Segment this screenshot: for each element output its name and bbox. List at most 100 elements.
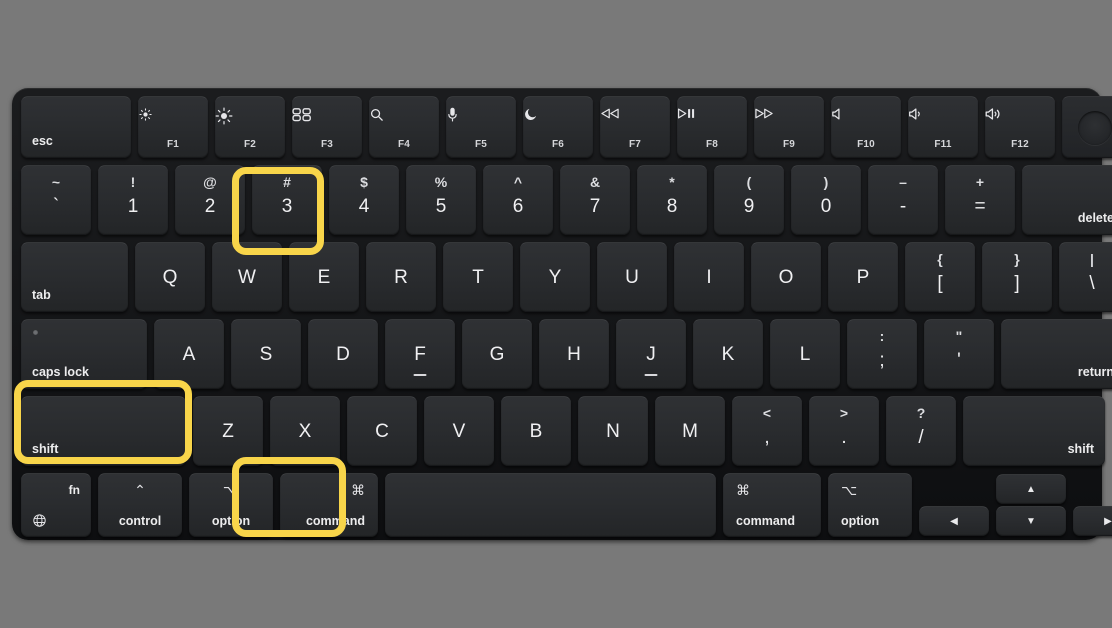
key-option-right[interactable]: ⌥ option [828,473,912,537]
key-g[interactable]: G [462,319,532,389]
key-quote[interactable]: " ' [924,319,994,389]
key-control-symbol: ⌃ [134,482,146,498]
key-slash-top: ? [916,405,926,421]
home-row: caps lock A S D F G H J K L: ; " ' retu… [21,319,1112,389]
key-d[interactable]: D [308,319,378,389]
key-option-left[interactable]: ⌥ option [189,473,273,537]
key-l-label: L [799,344,811,365]
key-2[interactable]: @ 2 [175,165,245,235]
key-z[interactable]: Z [193,396,263,466]
key-semicolon-bottom: ; [879,350,885,371]
key-backslash[interactable]: | \ [1059,242,1112,312]
key-i[interactable]: I [674,242,744,312]
key-7[interactable]: & 7 [560,165,630,235]
key-p[interactable]: P [828,242,898,312]
key-b-label: B [529,421,543,442]
key-o[interactable]: O [751,242,821,312]
key-w-label: W [238,267,256,288]
key-esc[interactable]: esc [21,96,131,158]
key-x[interactable]: X [270,396,340,466]
key-4-top: $ [360,174,368,190]
key-arrow-down[interactable]: ▼ [996,506,1066,536]
key-delete[interactable]: delete [1022,165,1112,235]
key-k[interactable]: K [693,319,763,389]
key-c[interactable]: C [347,396,417,466]
key-control[interactable]: ⌃ control [98,473,182,537]
key-5[interactable]: % 5 [406,165,476,235]
key-f3[interactable]: F3 [292,96,362,158]
key-a[interactable]: A [154,319,224,389]
key-f7[interactable]: F7 [600,96,670,158]
key-6[interactable]: ^ 6 [483,165,553,235]
key-5-top: % [434,174,448,190]
key-f9[interactable]: F9 [754,96,824,158]
key-backtick[interactable]: ~ ` [21,165,91,235]
key-shift-right[interactable]: shift [963,396,1105,466]
key-f4-label: F4 [397,139,411,150]
key-q[interactable]: Q [135,242,205,312]
key-f12-label: F12 [1011,139,1029,150]
key-f1[interactable]: F1 [138,96,208,158]
key-hyphen[interactable]: – - [868,165,938,235]
key-bracket-right[interactable]: } ] [982,242,1052,312]
key-fn[interactable]: fn [21,473,91,537]
key-9[interactable]: ( 9 [714,165,784,235]
key-u[interactable]: U [597,242,667,312]
key-6-bottom: 6 [512,196,524,217]
key-3[interactable]: # 3 [252,165,322,235]
keys-area: esc F1 F2 F3 F4 F5 F6 F7 F8 F9 F10 F11 F… [21,96,1112,537]
key-v[interactable]: V [424,396,494,466]
key-caps-lock[interactable]: caps lock [21,319,147,389]
key-arrow-right[interactable]: ▶ [1073,506,1112,536]
key-f4[interactable]: F4 [369,96,439,158]
key-m[interactable]: M [655,396,725,466]
key-b[interactable]: B [501,396,571,466]
key-comma[interactable]: < , [732,396,802,466]
key-f12[interactable]: F12 [985,96,1055,158]
key-l[interactable]: L [770,319,840,389]
key-space[interactable] [385,473,716,537]
key-return[interactable]: return [1001,319,1112,389]
key-f10[interactable]: F10 [831,96,901,158]
key-f6[interactable]: F6 [523,96,593,158]
key-4[interactable]: $ 4 [329,165,399,235]
key-slash[interactable]: ? / [886,396,956,466]
key-8[interactable]: * 8 [637,165,707,235]
key-command-left[interactable]: ⌘ command [280,473,378,537]
key-1[interactable]: ! 1 [98,165,168,235]
key-equal[interactable]: + = [945,165,1015,235]
key-tab[interactable]: tab [21,242,128,312]
key-semicolon[interactable]: : ; [847,319,917,389]
arrow-left-icon: ◀ [950,516,958,527]
key-bracket-left[interactable]: { [ [905,242,975,312]
key-option-right-symbol: ⌥ [841,482,858,498]
key-f7-label: F7 [628,139,642,150]
key-tab-label: tab [32,287,51,302]
key-f11[interactable]: F11 [908,96,978,158]
key-f2[interactable]: F2 [215,96,285,158]
key-n[interactable]: N [578,396,648,466]
key-0[interactable]: ) 0 [791,165,861,235]
key-f5[interactable]: F5 [446,96,516,158]
key-y[interactable]: Y [520,242,590,312]
key-period[interactable]: > . [809,396,879,466]
key-r[interactable]: R [366,242,436,312]
key-f11-label: F11 [934,139,952,150]
arrow-right-icon: ▶ [1104,516,1112,527]
key-delete-label: delete [1077,210,1112,225]
key-shift-left-label: shift [32,441,59,456]
key-arrow-up[interactable]: ▲ [996,474,1066,504]
key-j[interactable]: J [616,319,686,389]
key-h[interactable]: H [539,319,609,389]
key-s[interactable]: S [231,319,301,389]
key-touch-id[interactable] [1062,96,1112,158]
key-t[interactable]: T [443,242,513,312]
key-backtick-top: ~ [51,174,61,190]
key-arrow-left[interactable]: ◀ [919,506,989,536]
key-f8[interactable]: F8 [677,96,747,158]
key-command-right[interactable]: ⌘ command [723,473,821,537]
key-e[interactable]: E [289,242,359,312]
key-shift-left[interactable]: shift [21,396,186,466]
key-w[interactable]: W [212,242,282,312]
key-f[interactable]: F [385,319,455,389]
